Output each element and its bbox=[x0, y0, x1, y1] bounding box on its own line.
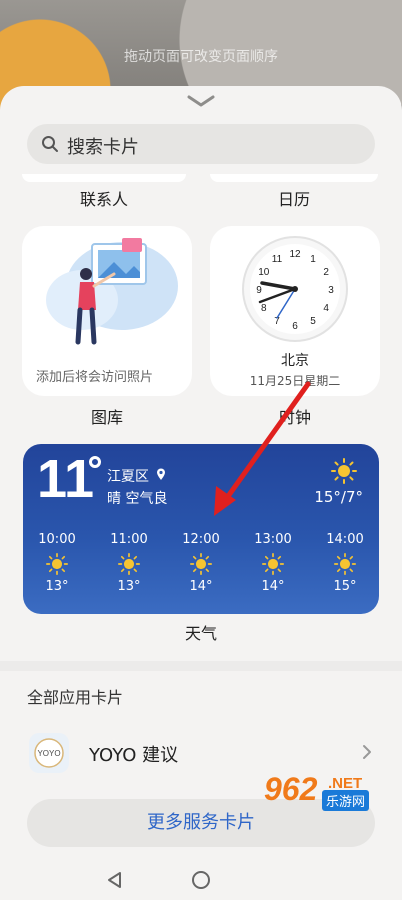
sunny-icon bbox=[118, 553, 140, 575]
all-cards-title: 全部应用卡片 bbox=[27, 688, 124, 707]
clock-number: 3 bbox=[328, 285, 334, 296]
yoyo-icon: YOYO bbox=[29, 733, 69, 773]
weather-label: 天气 bbox=[184, 624, 217, 643]
hourly-temp: 14° bbox=[261, 579, 285, 594]
clock-number: 9 bbox=[256, 285, 262, 296]
hourly-time: 13:00 bbox=[254, 532, 292, 547]
clock-number: 5 bbox=[310, 316, 316, 327]
clock-number: 11 bbox=[272, 254, 283, 265]
contacts-label: 联系人 bbox=[79, 190, 128, 209]
clock-number: 12 bbox=[289, 249, 301, 260]
back-icon[interactable] bbox=[105, 870, 125, 890]
clock-number: 2 bbox=[323, 267, 329, 278]
clock-number: 10 bbox=[258, 267, 270, 278]
calendar-label: 日历 bbox=[277, 190, 310, 209]
contacts-card[interactable] bbox=[22, 174, 186, 182]
weather-location-text: 江夏区 bbox=[107, 469, 149, 485]
hourly-time: 11:00 bbox=[110, 532, 148, 547]
calendar-card[interactable] bbox=[210, 174, 378, 182]
clock-number: 4 bbox=[323, 303, 329, 314]
sunny-icon bbox=[46, 553, 68, 575]
hourly-item: 11:00 13° bbox=[101, 532, 157, 594]
yoyo-suggestion-label[interactable]: YOYO 建议 bbox=[89, 741, 178, 767]
hourly-item: 13:00 14° bbox=[245, 532, 301, 594]
clock-label: 时钟 bbox=[278, 408, 311, 427]
degree-icon bbox=[89, 456, 101, 468]
chevron-right-icon[interactable] bbox=[362, 744, 372, 760]
gallery-label: 图库 bbox=[90, 408, 123, 427]
weather-condition: 晴 空气良 bbox=[107, 491, 168, 507]
clock-number: 6 bbox=[292, 321, 298, 332]
hourly-time: 14:00 bbox=[326, 532, 364, 547]
hourly-item: 14:00 15° bbox=[317, 532, 373, 594]
watermark-big: 962 bbox=[264, 771, 318, 807]
search-placeholder: 搜索卡片 bbox=[67, 137, 139, 158]
weather-current-temp: 11 bbox=[37, 449, 95, 509]
weather-range: 15°/7° bbox=[314, 488, 363, 506]
hourly-time: 10:00 bbox=[38, 532, 76, 547]
hourly-time: 12:00 bbox=[182, 532, 220, 547]
hourly-item: 12:00 14° bbox=[173, 532, 229, 594]
home-icon[interactable] bbox=[191, 870, 211, 890]
location-pin-icon bbox=[157, 468, 166, 480]
clock-card[interactable]: 12 1 2 3 4 5 6 7 8 9 10 11 北京 11月25日星期二 bbox=[210, 226, 380, 396]
clock-number: 8 bbox=[261, 303, 267, 314]
weather-location: 江夏区 bbox=[107, 466, 166, 486]
search-bar[interactable]: 搜索卡片 bbox=[27, 124, 375, 164]
clock-date: 11月25日星期二 bbox=[249, 374, 341, 388]
sunny-icon bbox=[190, 553, 212, 575]
gallery-permission-text: 添加后将会访问照片 bbox=[36, 370, 154, 385]
hourly-temp: 15° bbox=[333, 579, 357, 594]
hourly-temp: 13° bbox=[45, 579, 69, 594]
gallery-card[interactable]: 添加后将会访问照片 bbox=[22, 226, 192, 396]
system-nav-bar bbox=[0, 864, 402, 900]
watermark-sub: 乐游网 bbox=[322, 790, 370, 811]
reorder-hint: 拖动页面可改变页面顺序 bbox=[124, 49, 278, 65]
hourly-temp: 14° bbox=[189, 579, 213, 594]
sunny-icon bbox=[262, 553, 284, 575]
analog-clock: 12 1234567891011 bbox=[242, 236, 348, 342]
search-icon bbox=[42, 136, 58, 152]
section-divider bbox=[0, 661, 402, 671]
hourly-item: 10:00 13° bbox=[29, 532, 85, 594]
clock-number: 1 bbox=[310, 254, 316, 265]
hourly-temp: 13° bbox=[117, 579, 141, 594]
weather-card[interactable]: 11 江夏区 晴 空气良 15°/7° 10:00 13° 11:00 13° 12:0… bbox=[23, 444, 379, 614]
sunny-icon bbox=[334, 553, 356, 575]
clock-city: 北京 bbox=[281, 353, 309, 369]
gallery-illustration bbox=[46, 238, 178, 345]
sunny-icon bbox=[331, 458, 357, 484]
yoyo-icon-text: YOYO bbox=[37, 749, 60, 758]
collapse-chevron-icon[interactable] bbox=[186, 94, 216, 108]
